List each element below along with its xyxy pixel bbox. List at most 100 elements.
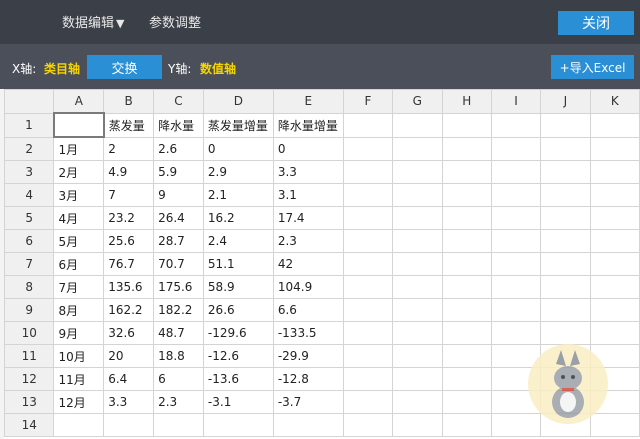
row-header[interactable]: 9 [4, 298, 55, 322]
row-header[interactable]: 2 [4, 136, 55, 161]
grid-cell[interactable] [441, 112, 492, 138]
grid-cell[interactable] [342, 136, 394, 161]
grid-cell[interactable] [392, 413, 443, 437]
close-button[interactable]: 关闭 [558, 11, 634, 35]
grid-cell[interactable]: 182.2 [153, 298, 204, 322]
column-header-g[interactable]: G [392, 89, 443, 114]
grid-cell[interactable]: 6月 [53, 252, 105, 276]
grid-cell[interactable]: 5.9 [153, 160, 204, 184]
row-header[interactable]: 11 [4, 344, 55, 368]
grid-cell[interactable]: -3.1 [202, 390, 274, 414]
grid-cell[interactable]: 8月 [53, 298, 105, 322]
grid-cell[interactable] [490, 160, 542, 184]
column-header-j[interactable]: J [540, 89, 591, 114]
corner-cell[interactable] [4, 89, 55, 114]
grid-cell[interactable] [490, 183, 542, 207]
grid-cell[interactable]: 12月 [53, 390, 105, 414]
grid-cell[interactable] [589, 183, 640, 207]
grid-cell[interactable] [342, 367, 394, 391]
grid-cell[interactable] [52, 112, 105, 138]
grid-cell[interactable] [589, 321, 640, 345]
grid-cell[interactable] [441, 298, 492, 322]
grid-cell[interactable]: -13.6 [202, 367, 274, 391]
grid-cell[interactable] [342, 160, 394, 184]
grid-cell[interactable]: 48.7 [153, 321, 204, 345]
grid-cell[interactable] [392, 136, 443, 161]
grid-cell[interactable]: -133.5 [272, 321, 344, 345]
grid-cell[interactable]: 2.4 [202, 229, 274, 253]
grid-cell[interactable] [589, 136, 640, 161]
grid-cell[interactable] [392, 321, 443, 345]
menu-data-edit[interactable]: 数据编辑 ▼ [62, 12, 124, 31]
grid-cell[interactable]: 162.2 [103, 298, 155, 322]
column-header-k[interactable]: K [589, 89, 640, 114]
grid-cell[interactable] [441, 275, 492, 299]
column-header-c[interactable]: C [153, 89, 204, 114]
grid-cell[interactable]: 76.7 [103, 252, 155, 276]
grid-cell[interactable]: 0 [272, 136, 344, 161]
grid-cell[interactable] [441, 413, 492, 437]
grid-cell[interactable]: 10月 [53, 344, 105, 368]
grid-cell[interactable]: 17.4 [272, 206, 344, 230]
grid-cell[interactable]: 70.7 [153, 252, 204, 276]
grid-cell[interactable] [589, 252, 640, 276]
grid-cell[interactable] [392, 229, 443, 253]
grid-cell[interactable] [342, 112, 394, 138]
grid-cell[interactable] [392, 112, 443, 138]
grid-cell[interactable] [441, 321, 492, 345]
grid-cell[interactable] [342, 298, 394, 322]
grid-cell[interactable] [540, 112, 591, 138]
grid-cell[interactable] [441, 183, 492, 207]
grid-cell[interactable]: 18.8 [153, 344, 204, 368]
grid-cell[interactable]: -29.9 [272, 344, 344, 368]
grid-cell[interactable]: 2.3 [153, 390, 204, 414]
grid-cell[interactable] [392, 160, 443, 184]
import-excel-button[interactable]: +导入Excel [551, 55, 634, 79]
grid-cell[interactable]: 42 [272, 252, 344, 276]
grid-cell[interactable] [342, 206, 394, 230]
grid-cell[interactable] [490, 112, 542, 138]
grid-cell[interactable]: 6 [153, 367, 204, 391]
grid-cell[interactable]: 1月 [53, 136, 105, 161]
grid-cell[interactable]: 降水量 [153, 112, 204, 138]
grid-cell[interactable] [490, 298, 542, 322]
grid-cell[interactable] [490, 206, 542, 230]
grid-cell[interactable] [441, 252, 492, 276]
grid-cell[interactable] [103, 413, 155, 437]
grid-cell[interactable] [589, 160, 640, 184]
grid-cell[interactable]: 26.6 [202, 298, 274, 322]
grid-cell[interactable]: 2 [103, 136, 155, 161]
grid-cell[interactable]: 104.9 [272, 275, 344, 299]
menu-params[interactable]: 参数调整 [149, 12, 201, 31]
grid-cell[interactable] [392, 298, 443, 322]
grid-cell[interactable] [589, 275, 640, 299]
grid-cell[interactable] [342, 390, 394, 414]
grid-cell[interactable]: 2.6 [153, 136, 204, 161]
row-header[interactable]: 1 [4, 112, 55, 138]
grid-cell[interactable] [392, 275, 443, 299]
grid-cell[interactable] [589, 206, 640, 230]
column-header-f[interactable]: F [342, 89, 394, 114]
grid-cell[interactable] [540, 160, 591, 184]
grid-cell[interactable]: 32.6 [103, 321, 155, 345]
row-header[interactable]: 6 [4, 229, 55, 253]
column-header-a[interactable]: A [53, 89, 105, 114]
grid-cell[interactable] [540, 321, 591, 345]
grid-cell[interactable] [589, 229, 640, 253]
grid-cell[interactable] [441, 229, 492, 253]
column-header-d[interactable]: D [202, 89, 274, 114]
grid-cell[interactable]: -12.6 [202, 344, 274, 368]
grid-cell[interactable]: 26.4 [153, 206, 204, 230]
grid-cell[interactable] [342, 229, 394, 253]
swap-axes-button[interactable]: 交换 [87, 55, 162, 79]
column-header-e[interactable]: E [272, 89, 344, 114]
grid-cell[interactable] [540, 275, 591, 299]
row-header[interactable]: 12 [4, 367, 55, 391]
grid-cell[interactable] [392, 390, 443, 414]
grid-cell[interactable] [153, 413, 204, 437]
grid-cell[interactable]: 蒸发量 [103, 112, 155, 138]
grid-cell[interactable] [490, 275, 542, 299]
grid-cell[interactable] [441, 367, 492, 391]
grid-cell[interactable]: 16.2 [202, 206, 274, 230]
grid-cell[interactable] [540, 298, 591, 322]
